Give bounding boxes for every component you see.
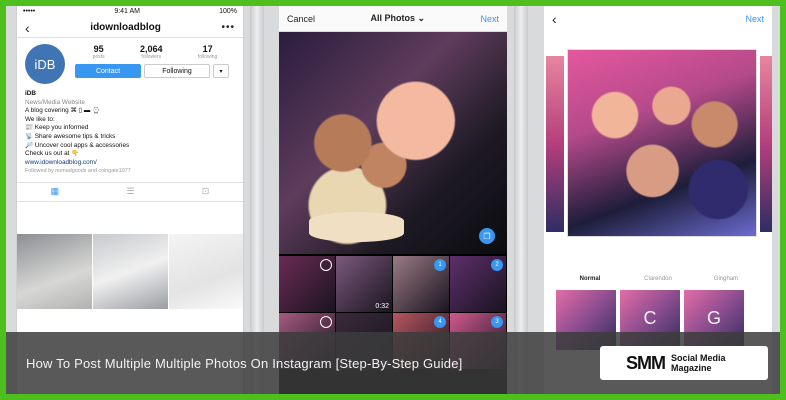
next-photo-peek[interactable] (760, 56, 772, 232)
next-button[interactable]: Next (745, 14, 764, 24)
picker-nav-bar: Cancel All Photos ⌄ Next (279, 6, 507, 32)
carousel-photo[interactable] (568, 50, 756, 236)
grid-photo[interactable] (169, 234, 243, 309)
contact-button[interactable]: Contact (75, 64, 141, 78)
signal-indicator: ••••• (23, 8, 36, 15)
profile-actions: Contact Following ▾ (75, 64, 235, 78)
bio-line: A blog covering ⌘ ▯ ▬ ⌚ (25, 107, 101, 115)
profile-tabs: ▦ ☰ ⊡ (17, 181, 243, 202)
stat-followers-label: followers (141, 54, 162, 60)
next-button[interactable]: Next (480, 14, 499, 24)
birthday-cake (309, 212, 404, 242)
tagged-photos-icon[interactable]: ⊡ (202, 186, 210, 197)
filter-thumb-letter: G (706, 308, 721, 328)
filter-label-normal[interactable]: Normal (560, 276, 620, 282)
library-thumbnail[interactable]: 2 (450, 256, 506, 312)
more-dots-icon[interactable]: ••• (221, 22, 235, 33)
profile-header: iDB 95 posts 2,064 followers 17 followin… (17, 38, 243, 84)
profile-nav-bar: ‹ idownloadblog ••• (17, 18, 243, 38)
bio-website-link[interactable]: www.idownloadblog.com/ (25, 159, 235, 168)
album-title: All Photos (370, 13, 415, 23)
profile-stats: 95 posts 2,064 followers 17 following (75, 44, 235, 60)
stat-posts-label: posts (92, 54, 105, 60)
filter-label-gingham[interactable]: Gingham (696, 276, 756, 282)
selection-number-badge[interactable]: 4 (434, 316, 446, 328)
list-view-icon[interactable]: ☰ (126, 186, 134, 197)
grid-photo[interactable] (17, 234, 92, 309)
filter-thumb-letter: C (643, 308, 657, 328)
suggestions-dropdown-button[interactable]: ▾ (213, 64, 229, 78)
album-selector[interactable]: All Photos ⌄ (370, 13, 425, 24)
library-thumbnail[interactable]: 1 (393, 256, 449, 312)
stat-following-label: following (197, 54, 218, 60)
bio-line: 🔎 Uncover cool apps & accessories (25, 141, 130, 149)
stat-posts[interactable]: 95 posts (93, 44, 105, 60)
filter-label-clarendon[interactable]: Clarendon (628, 276, 688, 282)
bio-line: We like to: (25, 115, 55, 123)
stat-following[interactable]: 17 following (198, 44, 217, 60)
status-bar: ••••• 9:41 AM 100% (17, 6, 243, 18)
filter-labels: Normal Clarendon Gingham (544, 276, 772, 282)
following-button[interactable]: Following (144, 64, 210, 78)
bio-line: Check us out at 👇 (25, 150, 80, 158)
grid-photo[interactable] (93, 234, 168, 309)
chevron-left-icon[interactable]: ‹ (25, 20, 30, 36)
unselected-circle-icon[interactable] (320, 259, 332, 271)
stat-posts-value: 95 (93, 44, 104, 54)
cancel-button[interactable]: Cancel (287, 14, 315, 24)
chevron-left-icon[interactable]: ‹ (552, 11, 557, 27)
selection-number-badge[interactable]: 1 (434, 259, 446, 271)
unselected-circle-icon[interactable] (320, 316, 332, 328)
article-title: How To Post Multiple Multiple Photos On … (26, 355, 463, 371)
profile-username: idownloadblog (90, 22, 161, 33)
library-thumbnail[interactable] (279, 256, 335, 312)
bio-line: 📡 Share awesome tips & tricks (25, 132, 116, 140)
profile-photo-grid (17, 234, 243, 309)
grid-view-icon[interactable]: ▦ (51, 186, 60, 197)
selection-number-badge[interactable]: 2 (491, 259, 503, 271)
status-time: 9:41 AM (114, 8, 141, 15)
article-title-banner: How To Post Multiple Multiple Photos On … (6, 332, 780, 394)
logo-text: Social Media Magazine (671, 353, 726, 373)
bio-category: News/Media Website (25, 98, 85, 106)
stat-followers-value: 2,064 (139, 44, 163, 54)
selected-photo-preview[interactable] (279, 32, 507, 254)
bio-name: iDB (25, 90, 37, 97)
battery-indicator: 100% (219, 8, 237, 15)
logo-mark: SMM (626, 352, 666, 373)
avatar[interactable]: iDB (25, 44, 65, 84)
filter-nav-bar: ‹ Next (544, 6, 772, 32)
bio-line: 📰 Keep you informed (25, 124, 89, 132)
stat-followers[interactable]: 2,064 followers (140, 44, 163, 60)
video-duration: 0:32 (375, 303, 389, 310)
followed-by-text[interactable]: Followed by nomadgoods and coingate1977 (25, 167, 235, 176)
select-multiple-icon[interactable]: ❐ (479, 228, 495, 244)
chevron-down-icon: ⌄ (417, 13, 426, 23)
stat-following-value: 17 (202, 44, 213, 54)
selection-number-badge[interactable]: 3 (491, 316, 503, 328)
library-thumbnail[interactable]: 0:32 (336, 256, 392, 312)
profile-bio: iDB News/Media Website A blog covering ⌘… (17, 84, 243, 176)
previous-photo-peek[interactable] (546, 56, 564, 232)
site-logo[interactable]: SMM Social Media Magazine (600, 346, 768, 380)
